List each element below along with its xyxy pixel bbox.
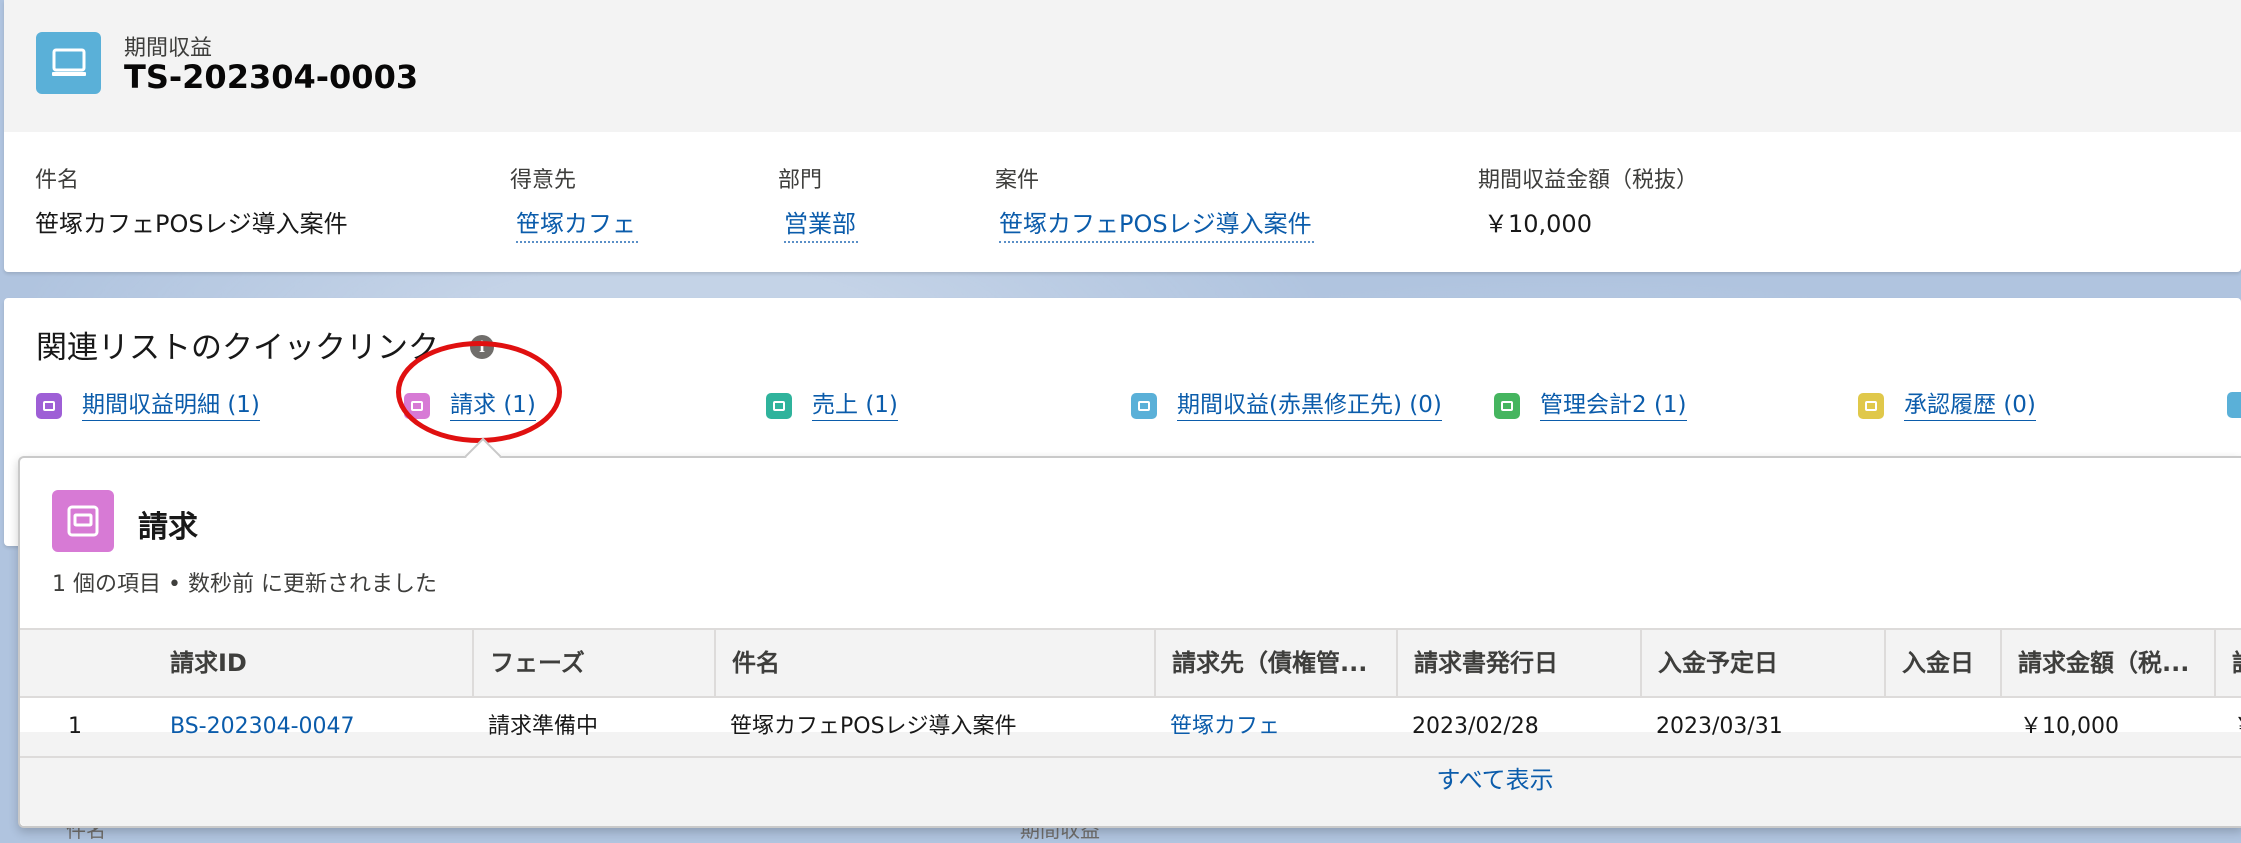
field-customer: 得意先 笹塚カフェ bbox=[510, 162, 638, 243]
field-value: 笹塚カフェPOSレジ導入案件 bbox=[35, 210, 348, 238]
stamp-icon bbox=[1858, 393, 1884, 420]
invoice-table: 請求ID フェーズ 件名 請求先（債権管... 請求書発行日 入金予定日 入金日… bbox=[20, 628, 2241, 758]
column-header-number bbox=[20, 630, 152, 696]
column-header-paid-date[interactable]: 入金日 bbox=[1884, 630, 2000, 696]
column-header-phase[interactable]: フェーズ bbox=[472, 630, 714, 696]
quicklink-management-accounting[interactable]: 管理会計2 (1) bbox=[1494, 392, 1687, 421]
field-department: 部門 営業部 bbox=[778, 162, 858, 243]
record-title: TS-202304-0003 bbox=[124, 58, 419, 96]
quicklink-label: 期間収益(赤黒修正先) (0) bbox=[1177, 392, 1442, 421]
field-subject: 件名 笹塚カフェPOSレジ導入案件 bbox=[35, 162, 348, 239]
computer-icon bbox=[1131, 393, 1157, 420]
field-label: 得意先 bbox=[510, 168, 577, 193]
field-opportunity: 案件 笹塚カフェPOSレジ導入案件 bbox=[995, 162, 1314, 243]
column-header-id[interactable]: 請求ID bbox=[154, 630, 472, 696]
quicklinks-title: 関連リストのクイックリンク bbox=[36, 330, 439, 366]
quicklink-revenue-correction[interactable]: 期間収益(赤黒修正先) (0) bbox=[1131, 392, 1442, 421]
cell-due-date: 2023/03/31 bbox=[1656, 714, 1783, 739]
panel-meta: 1 個の項目 • 数秒前 に更新されました bbox=[52, 572, 437, 597]
field-label: 案件 bbox=[995, 168, 1040, 193]
panel-title: 請求 bbox=[138, 510, 198, 545]
column-header-issue-date[interactable]: 請求書発行日 bbox=[1396, 630, 1640, 696]
field-label: 部門 bbox=[778, 168, 823, 193]
record-header-top: 期間収益 TS-202304-0003 bbox=[4, 0, 2241, 132]
table-header: 請求ID フェーズ 件名 請求先（債権管... 請求書発行日 入金予定日 入金日… bbox=[20, 628, 2241, 698]
triangle-icon bbox=[36, 393, 62, 420]
field-value: ￥10,000 bbox=[1484, 210, 1592, 238]
field-label: 件名 bbox=[35, 168, 80, 193]
table-row: 1 BS-202304-0047 請求準備中 笹塚カフェPOSレジ導入案件 笹塚… bbox=[20, 698, 2241, 758]
quicklink-label: 承認履歴 (0) bbox=[1904, 392, 2036, 421]
column-header-billing-to[interactable]: 請求先（債権管... bbox=[1154, 630, 1396, 696]
quicklink-label: 管理会計2 (1) bbox=[1540, 392, 1687, 421]
cell-subject: 笹塚カフェPOSレジ導入案件 bbox=[730, 714, 1017, 739]
cell-issue-date: 2023/02/28 bbox=[1412, 714, 1539, 739]
field-label: 期間収益金額（税抜） bbox=[1478, 168, 1699, 193]
highlight-ellipse bbox=[396, 341, 562, 443]
field-amount: 期間収益金額（税抜） ￥10,000 bbox=[1478, 162, 1698, 239]
column-header-amount[interactable]: 請求金額（税... bbox=[2000, 630, 2214, 696]
record-header: 期間収益 TS-202304-0003 件名 笹塚カフェPOSレジ導入案件 得意… bbox=[4, 0, 2241, 272]
customer-link[interactable]: 笹塚カフェ bbox=[516, 204, 638, 243]
column-header-due-date[interactable]: 入金予定日 bbox=[1640, 630, 1884, 696]
view-all-link[interactable]: すべて表示 bbox=[20, 760, 2241, 795]
quicklink-revenue-details[interactable]: 期間収益明細 (1) bbox=[36, 392, 260, 421]
cell-paid-date bbox=[1884, 698, 2000, 756]
department-link[interactable]: 営業部 bbox=[784, 204, 858, 243]
quicklink-approval-history[interactable]: 承認履歴 (0) bbox=[1858, 392, 2036, 421]
plane-icon bbox=[1494, 393, 1520, 420]
cell-amount: ￥10,000 bbox=[2020, 714, 2119, 739]
opportunity-link[interactable]: 笹塚カフェPOSレジ導入案件 bbox=[999, 204, 1314, 243]
funnel-icon bbox=[766, 393, 792, 420]
quicklink-sales[interactable]: 売上 (1) bbox=[766, 392, 898, 421]
cell-extra: ￥1 bbox=[2214, 698, 2241, 756]
billing-to-link[interactable]: 笹塚カフェ bbox=[1154, 698, 1396, 756]
cell-phase: 請求準備中 bbox=[488, 714, 599, 739]
column-header-extra[interactable]: 請求 bbox=[2214, 630, 2241, 696]
computer-icon[interactable] bbox=[2227, 392, 2241, 418]
column-header-subject[interactable]: 件名 bbox=[714, 630, 1154, 696]
row-number: 1 bbox=[68, 714, 82, 739]
invoice-hover-panel: 請求 1 個の項目 • 数秒前 に更新されました 請求ID フェーズ 件名 請求… bbox=[18, 456, 2241, 828]
computer-icon bbox=[36, 32, 101, 94]
invoice-id-link[interactable]: BS-202304-0047 bbox=[154, 698, 472, 756]
quicklink-label: 売上 (1) bbox=[812, 392, 898, 421]
quicklink-label: 期間収益明細 (1) bbox=[82, 392, 260, 421]
invoice-icon bbox=[52, 490, 114, 552]
